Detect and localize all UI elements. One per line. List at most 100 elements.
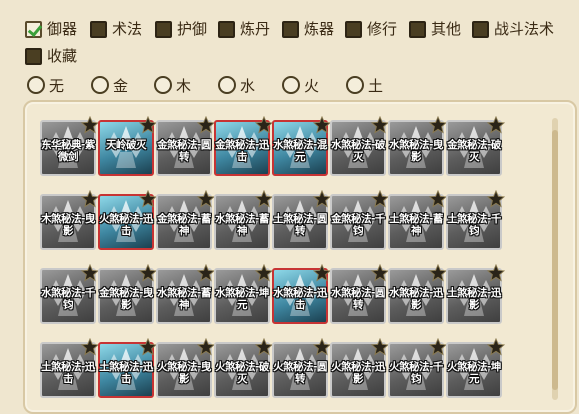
skill-icon-2[interactable]: 金煞秘法-圆转 (156, 116, 215, 176)
category-checkbox-zhandoufashu[interactable]: 战斗法术 (472, 19, 554, 39)
star-icon (429, 264, 447, 282)
skill-name: 土煞秘法-迅影 (447, 287, 501, 311)
category-label: 战斗法术 (494, 20, 555, 38)
skill-name: 火煞秘法-迅影 (331, 361, 385, 385)
skill-name: 火煞秘法-千钧 (389, 361, 443, 385)
star-icon (371, 190, 389, 208)
skill-icon-5[interactable]: 水煞秘法-破灭 (330, 116, 389, 176)
skill-name: 金煞秘法-蓄神 (157, 213, 211, 237)
star-icon (139, 264, 157, 282)
checkbox-box[interactable] (409, 20, 426, 38)
category-checkbox-lianqi[interactable]: 炼器 (282, 19, 334, 39)
radio-ring[interactable] (218, 76, 236, 94)
radio-ring[interactable] (91, 76, 109, 94)
element-radio-jin[interactable]: 金 (91, 75, 128, 95)
skill-icon-26[interactable]: 火煞秘法-曳影 (156, 338, 215, 398)
checkbox-box[interactable] (25, 47, 42, 65)
skill-name: 火煞秘法-曳影 (157, 361, 211, 385)
star-icon (429, 190, 447, 208)
skill-icon-31[interactable]: 火煞秘法-坤元 (446, 338, 505, 398)
star-icon (197, 338, 215, 356)
star-icon (255, 116, 273, 134)
skill-icon-0[interactable]: 东华秘典-紫微剑 (40, 116, 99, 176)
skill-icon-8[interactable]: 木煞秘法-曳影 (40, 190, 99, 250)
skill-icon-3[interactable]: 金煞秘法-迅击 (214, 116, 273, 176)
skill-name: 土煞秘法-圆转 (273, 213, 327, 237)
radio-ring[interactable] (154, 76, 172, 94)
skill-icon-20[interactable]: 水煞秘法-迅击 (272, 264, 331, 324)
checkbox-box[interactable] (25, 20, 42, 38)
skill-name: 水煞秘法-蓄神 (215, 213, 269, 237)
skill-icon-6[interactable]: 水煞秘法-曳影 (388, 116, 447, 176)
category-checkbox-xiuxing[interactable]: 修行 (345, 19, 397, 39)
star-icon (429, 116, 447, 134)
category-checkbox-qita[interactable]: 其他 (409, 19, 461, 39)
skill-icon-23[interactable]: 土煞秘法-迅影 (446, 264, 505, 324)
skill-icon-30[interactable]: 火煞秘法-千钧 (388, 338, 447, 398)
skill-icon-13[interactable]: 金煞秘法-千钧 (330, 190, 389, 250)
radio-ring[interactable] (282, 76, 300, 94)
radio-ring[interactable] (27, 76, 45, 94)
element-radio-mu[interactable]: 木 (154, 75, 191, 95)
checkbox-box[interactable] (472, 20, 489, 38)
star-icon (313, 116, 331, 134)
element-radio-tu[interactable]: 土 (346, 75, 383, 95)
skill-name: 火煞秘法-迅击 (99, 213, 153, 237)
skill-name: 金煞秘法-圆转 (157, 139, 211, 163)
skill-icon-21[interactable]: 水煞秘法-圆转 (330, 264, 389, 324)
skill-icon-9[interactable]: 火煞秘法-迅击 (98, 190, 157, 250)
checkbox-box[interactable] (155, 20, 172, 38)
checkbox-box[interactable] (282, 20, 299, 38)
skill-icon-1[interactable]: 天岭破灭 (98, 116, 157, 176)
element-label: 木 (176, 76, 192, 95)
skill-icon-17[interactable]: 金煞秘法-曳影 (98, 264, 157, 324)
skill-icon-19[interactable]: 水煞秘法-坤元 (214, 264, 273, 324)
element-radio-wu[interactable]: 无 (27, 75, 64, 95)
star-icon (197, 116, 215, 134)
category-checkbox-yuqi[interactable]: 御器 (25, 19, 77, 39)
radio-ring[interactable] (346, 76, 364, 94)
skill-icon-4[interactable]: 水煞秘法-混元 (272, 116, 331, 176)
checkbox-box[interactable] (90, 20, 107, 38)
skill-icon-27[interactable]: 火煞秘法-破灭 (214, 338, 273, 398)
checkbox-box[interactable] (345, 20, 362, 38)
skill-icon-25[interactable]: 土煞秘法-迅击 (98, 338, 157, 398)
skill-icon-10[interactable]: 金煞秘法-蓄神 (156, 190, 215, 250)
skill-icon-15[interactable]: 土煞秘法-千钧 (446, 190, 505, 250)
category-label: 护御 (177, 20, 208, 38)
element-radio-shui[interactable]: 水 (218, 75, 255, 95)
star-icon (81, 338, 99, 356)
star-icon (255, 264, 273, 282)
category-checkbox-huyu[interactable]: 护御 (155, 19, 207, 39)
skill-icon-22[interactable]: 水煞秘法-迅影 (388, 264, 447, 324)
skill-name: 水煞秘法-迅击 (273, 287, 327, 311)
skill-icon-11[interactable]: 水煞秘法-蓄神 (214, 190, 273, 250)
skill-icon-29[interactable]: 火煞秘法-迅影 (330, 338, 389, 398)
star-icon (371, 264, 389, 282)
star-icon (81, 264, 99, 282)
skill-icon-14[interactable]: 土煞秘法-蓄神 (388, 190, 447, 250)
star-icon (255, 338, 273, 356)
element-radio-huo[interactable]: 火 (282, 75, 319, 95)
skill-name: 土煞秘法-千钧 (447, 213, 501, 237)
star-icon (139, 190, 157, 208)
element-label: 土 (368, 76, 384, 95)
skill-icon-7[interactable]: 金煞秘法-破灭 (446, 116, 505, 176)
skill-name: 土煞秘法-迅击 (99, 361, 153, 385)
category-checkbox-shoucang[interactable]: 收藏 (25, 46, 77, 66)
skill-icon-12[interactable]: 土煞秘法-圆转 (272, 190, 331, 250)
star-icon (81, 116, 99, 134)
scrollbar-thumb[interactable] (552, 130, 558, 390)
skill-icon-16[interactable]: 水煞秘法-千钧 (40, 264, 99, 324)
skill-icon-24[interactable]: 土煞秘法-迅击 (40, 338, 99, 398)
category-checkbox-shufa[interactable]: 术法 (90, 19, 142, 39)
skill-icon-18[interactable]: 水煞秘法-蓄神 (156, 264, 215, 324)
category-checkbox-liandan[interactable]: 炼丹 (218, 19, 270, 39)
skill-name: 水煞秘法-千钧 (41, 287, 95, 311)
star-icon (487, 264, 505, 282)
skill-icon-28[interactable]: 火煞秘法-圆转 (272, 338, 331, 398)
element-label: 无 (49, 76, 65, 95)
skill-name: 天岭破灭 (106, 139, 147, 151)
checkbox-box[interactable] (218, 20, 235, 38)
skill-name: 水煞秘法-坤元 (215, 287, 269, 311)
